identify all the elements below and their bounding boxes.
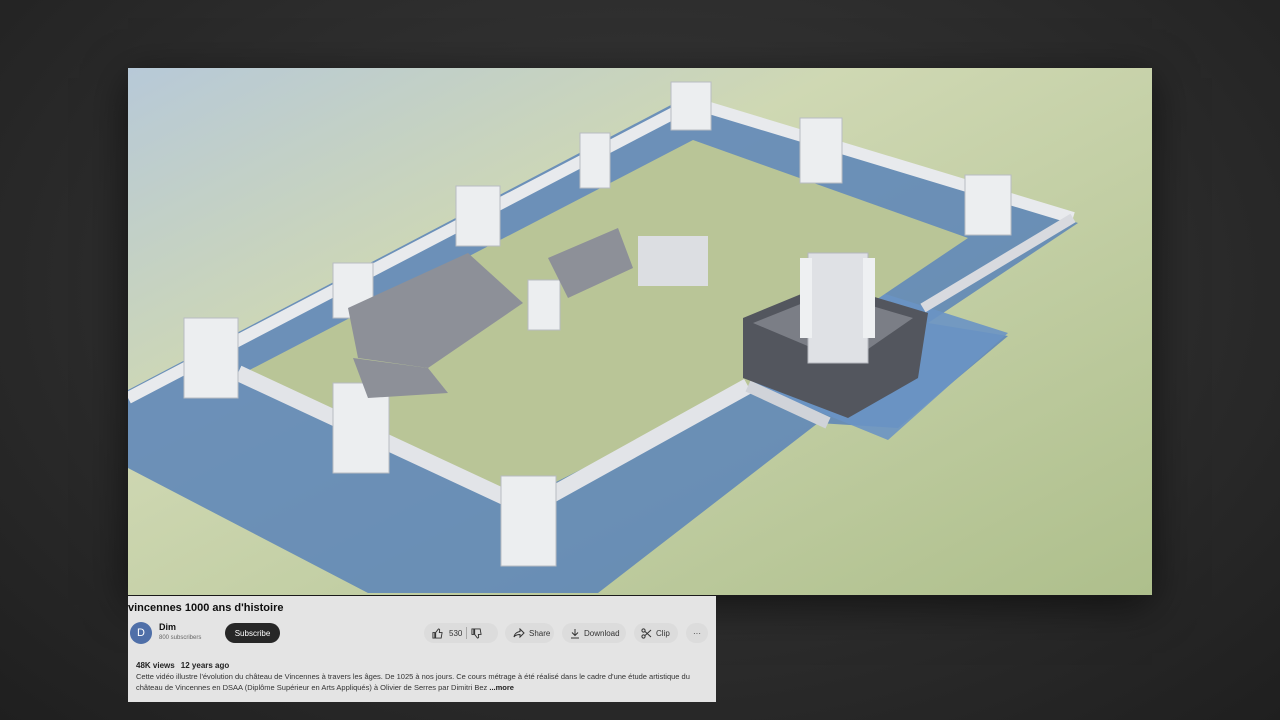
download-button[interactable]: Download bbox=[562, 623, 626, 643]
video-player[interactable] bbox=[128, 68, 1152, 595]
description-text: Cette vidéo illustre l'évolution du chât… bbox=[136, 672, 690, 692]
like-divider bbox=[466, 627, 468, 639]
upload-age: 12 years ago bbox=[180, 661, 230, 670]
download-icon bbox=[570, 628, 580, 639]
video-title: vincennes 1000 ans d'histoire bbox=[128, 602, 284, 614]
subscribe-button[interactable]: Subscribe bbox=[225, 623, 280, 643]
more-icon: ··· bbox=[693, 628, 701, 638]
like-icon[interactable] bbox=[432, 627, 443, 639]
scissors-icon bbox=[641, 627, 652, 639]
channel-name[interactable]: Dim bbox=[159, 622, 176, 632]
dislike-icon[interactable] bbox=[471, 627, 482, 639]
castle-3d-render bbox=[128, 68, 1152, 595]
download-label: Download bbox=[584, 628, 620, 638]
clip-label: Clip bbox=[656, 628, 670, 638]
view-count: 48K views bbox=[136, 661, 175, 670]
show-more-link[interactable]: ...more bbox=[489, 683, 514, 692]
share-icon bbox=[513, 628, 525, 638]
like-dislike-group: 530 bbox=[424, 623, 498, 643]
channel-avatar[interactable]: D bbox=[130, 622, 152, 644]
clip-button[interactable]: Clip bbox=[634, 623, 678, 643]
share-label: Share bbox=[529, 628, 551, 638]
video-info-panel: vincennes 1000 ans d'histoire D Dim 800 … bbox=[128, 596, 716, 702]
description-box[interactable]: 48K views 12 years ago Cette vidéo illus… bbox=[136, 660, 706, 693]
more-actions-button[interactable]: ··· bbox=[686, 623, 708, 643]
share-button[interactable]: Share bbox=[505, 623, 554, 643]
like-count: 530 bbox=[449, 628, 463, 638]
subscriber-count: 800 subscribers bbox=[159, 635, 202, 641]
